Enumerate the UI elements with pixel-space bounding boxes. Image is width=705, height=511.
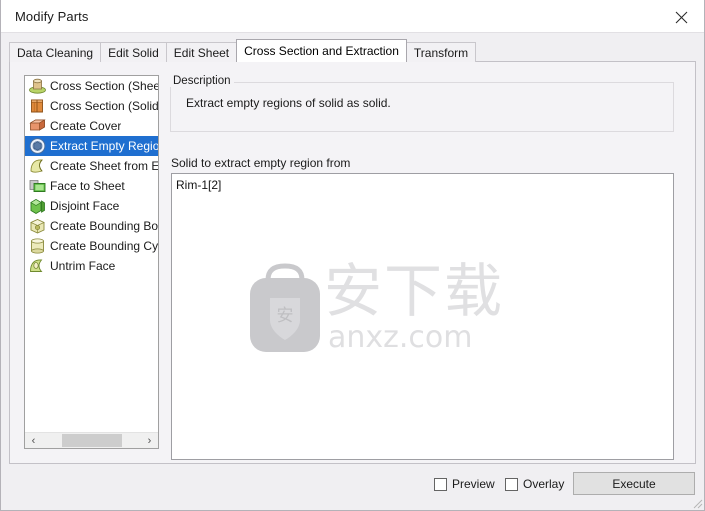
list-item-create-sheet-from-edge[interactable]: Create Sheet from Edge xyxy=(25,156,158,176)
disjoint-face-icon xyxy=(28,197,47,215)
cross-section-sheet-icon xyxy=(28,77,47,95)
list-item-create-bounding-box[interactable]: Create Bounding Box (A xyxy=(25,216,158,236)
scrollbar-thumb[interactable] xyxy=(62,434,122,447)
scroll-left-arrow-icon[interactable]: ‹ xyxy=(25,433,42,448)
close-button[interactable] xyxy=(659,0,704,32)
close-icon xyxy=(675,11,688,24)
preview-checkbox-box[interactable] xyxy=(434,477,447,491)
create-cover-icon xyxy=(28,117,47,135)
face-to-sheet-icon xyxy=(28,177,47,195)
list-item-create-bounding-cylinder[interactable]: Create Bounding Cylinde xyxy=(25,236,158,256)
overlay-checkbox[interactable]: Overlay xyxy=(505,477,564,491)
resize-grip-icon[interactable] xyxy=(690,496,703,509)
list-item-untrim-face[interactable]: Untrim Face xyxy=(25,256,158,276)
operation-list-items: Cross Section (Sheet) Cross Section (Sol… xyxy=(25,76,158,276)
solid-input-label: Solid to extract empty region from xyxy=(171,156,351,170)
tab-edit-sheet[interactable]: Edit Sheet xyxy=(165,42,238,62)
list-item-label: Create Bounding Box (A xyxy=(50,219,158,233)
description-legend: Description xyxy=(170,75,234,87)
list-item-label: Untrim Face xyxy=(50,259,116,273)
list-item-label: Create Bounding Cylinde xyxy=(50,239,158,253)
list-item-label: Create Cover xyxy=(50,119,122,133)
list-item-label: Extract Empty Regions o xyxy=(50,139,158,153)
tab-data-cleaning[interactable]: Data Cleaning xyxy=(9,42,102,62)
dialog-title: Modify Parts xyxy=(15,9,89,24)
list-item-create-cover[interactable]: Create Cover xyxy=(25,116,158,136)
tab-transform[interactable]: Transform xyxy=(405,42,477,62)
scrollbar-track[interactable] xyxy=(42,433,141,448)
extract-empty-regions-icon xyxy=(28,137,47,155)
list-item-cross-section-solid[interactable]: Cross Section (Solid) xyxy=(25,96,158,116)
list-item-disjoint-face[interactable]: Disjoint Face xyxy=(25,196,158,216)
list-item-label: Create Sheet from Edge xyxy=(50,159,158,173)
list-item-label: Cross Section (Sheet) xyxy=(50,79,158,93)
cross-section-solid-icon xyxy=(28,97,47,115)
tab-panel-cross-section-and-extraction: Cross Section (Sheet) Cross Section (Sol… xyxy=(9,61,696,464)
tab-cross-section-and-extraction[interactable]: Cross Section and Extraction xyxy=(236,39,407,62)
scroll-right-arrow-icon[interactable]: › xyxy=(141,433,158,448)
execute-button[interactable]: Execute xyxy=(573,472,695,495)
list-item-label: Face to Sheet xyxy=(50,179,125,193)
list-item-label: Cross Section (Solid) xyxy=(50,99,158,113)
overlay-checkbox-box[interactable] xyxy=(505,477,518,491)
dialog-titlebar: Modify Parts xyxy=(1,0,704,33)
preview-checkbox-label: Preview xyxy=(452,477,495,491)
create-sheet-from-edge-icon xyxy=(28,157,47,175)
operation-list[interactable]: Cross Section (Sheet) Cross Section (Sol… xyxy=(24,75,159,449)
tab-edit-solid[interactable]: Edit Solid xyxy=(100,42,167,62)
overlay-checkbox-label: Overlay xyxy=(523,477,565,491)
operation-list-horizontal-scrollbar[interactable]: ‹ › xyxy=(25,432,158,448)
create-bounding-cylinder-icon xyxy=(28,237,47,255)
dialog-footer: Preview Overlay Execute xyxy=(1,464,704,510)
untrim-face-icon xyxy=(28,257,47,275)
preview-checkbox[interactable]: Preview xyxy=(434,477,495,491)
list-item-cross-section-sheet[interactable]: Cross Section (Sheet) xyxy=(25,76,158,96)
modify-parts-dialog: Modify Parts Data Cleaning Edit Solid Ed… xyxy=(0,0,705,511)
solid-selection-item[interactable]: Rim-1[2] xyxy=(176,178,221,192)
tab-strip: Data Cleaning Edit Solid Edit Sheet Cros… xyxy=(9,39,477,62)
list-item-extract-empty-regions[interactable]: Extract Empty Regions o xyxy=(25,136,158,156)
description-text: Extract empty regions of solid as solid. xyxy=(186,96,391,110)
list-item-label: Disjoint Face xyxy=(50,199,120,213)
create-bounding-box-icon xyxy=(28,217,47,235)
solid-selection-list[interactable]: Rim-1[2] xyxy=(171,173,674,460)
list-item-face-to-sheet[interactable]: Face to Sheet xyxy=(25,176,158,196)
